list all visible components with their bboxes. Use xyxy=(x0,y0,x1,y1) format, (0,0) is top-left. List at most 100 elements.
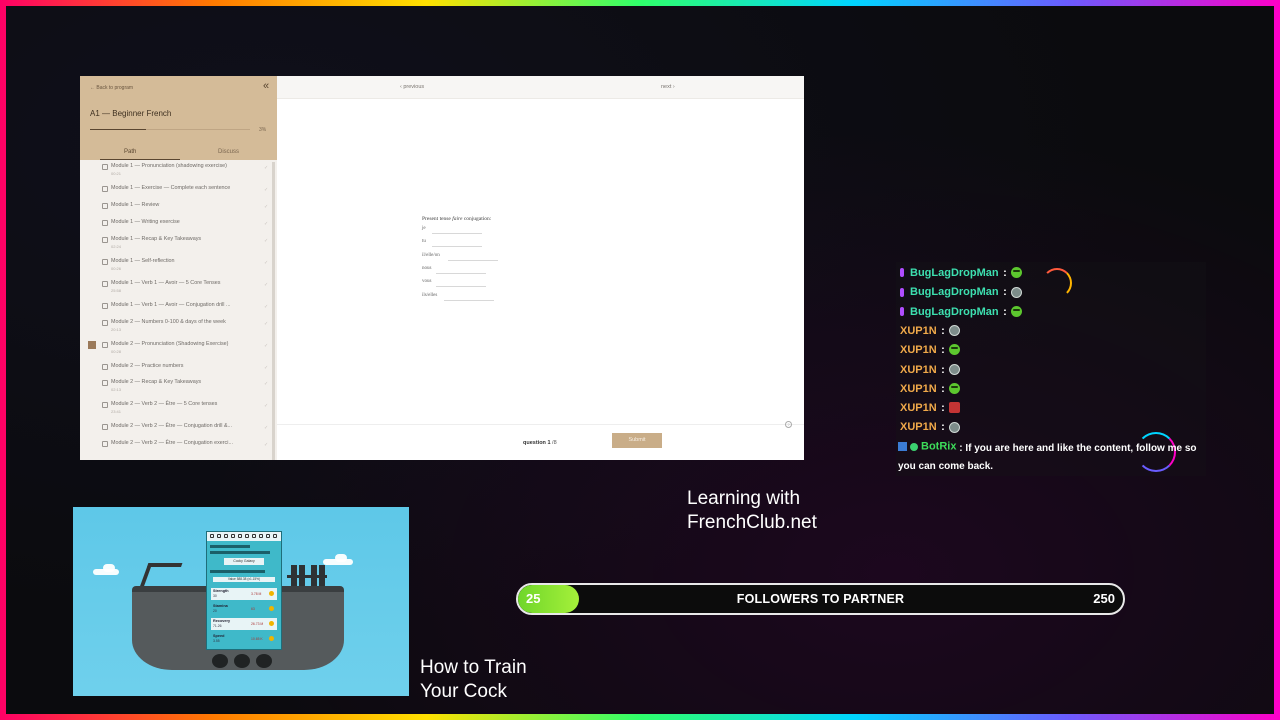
stat-level: 30 xyxy=(213,594,217,598)
sidebar-lesson-item[interactable]: Module 1 — Verb 1 — Avoir — Conjugation … xyxy=(80,301,277,318)
card-bar xyxy=(210,551,270,554)
answer-input[interactable] xyxy=(432,246,482,248)
sidebar-scrollbar[interactable] xyxy=(272,162,275,460)
ball-emote-icon xyxy=(1010,286,1022,298)
answer-input[interactable] xyxy=(432,233,482,234)
lesson-nav: ‹ previous next › xyxy=(277,76,804,99)
stat-cost: 63 xyxy=(251,607,255,611)
lesson-duration: 02:13 xyxy=(111,387,122,392)
tab-discuss[interactable]: Discuss xyxy=(218,149,239,155)
sidebar-lesson-item[interactable]: Module 2 — Verb 2 — Être — Conjugation d… xyxy=(80,422,277,439)
sidebar-lesson-item[interactable]: Module 1 — Writing exercise ✓ xyxy=(80,218,277,235)
answer-input[interactable] xyxy=(448,259,498,261)
dumbbell-shape xyxy=(287,565,327,587)
toolbar-icon[interactable] xyxy=(245,534,249,538)
lesson-title: Module 2 — Verb 2 — Être — Conjugation e… xyxy=(111,440,233,446)
sidebar-tabs: Path Discuss xyxy=(80,144,277,160)
checkmark-icon: ✓ xyxy=(264,204,269,210)
sidebar-lesson-item[interactable]: Module 1 — Verb 1 — Avoir — 5 Core Tense… xyxy=(80,279,277,296)
lesson-duration: 00:21 xyxy=(111,171,122,176)
help-icon[interactable]: ? xyxy=(785,421,792,428)
chat-overlay: BugLagDropMan : BugLagDropMan : BugLagDrop… xyxy=(896,262,1206,476)
answer-input[interactable] xyxy=(436,272,486,274)
lesson-type-icon xyxy=(102,203,108,209)
toolbar-icon[interactable] xyxy=(259,534,263,538)
chat-message: XUP1N : xyxy=(900,341,960,359)
sidebar-lesson-item[interactable]: Module 2 — Recap & Key Takeaways 02:13 ✓ xyxy=(80,378,277,395)
sidebar-lesson-item[interactable]: Module 2 — Practice numbers ✓ xyxy=(80,362,277,379)
chat-separator: : xyxy=(941,382,945,395)
submit-button[interactable]: Submit xyxy=(612,433,662,448)
card-toolbar xyxy=(207,532,281,541)
lesson-type-icon xyxy=(102,402,108,408)
checkmark-icon: ✓ xyxy=(264,221,269,227)
sidebar-lesson-item[interactable]: Module 1 — Review ✓ xyxy=(80,201,277,218)
collapse-icon[interactable]: « xyxy=(263,81,269,92)
sidebar-lesson-item[interactable]: Module 1 — Exercise — Complete each sent… xyxy=(80,184,277,201)
coin-icon xyxy=(269,606,274,611)
lesson-footer: question 1 /8 Submit xyxy=(277,424,804,460)
goal-target: 250 xyxy=(1093,591,1115,606)
chat-username[interactable]: XUP1N xyxy=(900,363,937,375)
lesson-title: Module 2 — Verb 2 — Être — Conjugation d… xyxy=(111,423,233,429)
goal-title: FOLLOWERS TO PARTNER xyxy=(736,592,905,606)
stat-row[interactable]: Stamina 20 63 xyxy=(211,603,277,615)
question-counter: question 1 /8 xyxy=(523,440,557,446)
chat-username[interactable]: BugLagDropMan xyxy=(910,305,999,317)
toolbar-icon[interactable] xyxy=(266,534,270,538)
next-link[interactable]: next › xyxy=(661,84,675,90)
pronoun-label: ils/elles xyxy=(422,292,438,298)
lesson-content: ‹ previous next › Present tense faire co… xyxy=(277,76,804,460)
tab-path[interactable]: Path xyxy=(124,149,136,155)
chat-username[interactable]: XUP1N xyxy=(900,402,937,414)
sidebar-lesson-item[interactable]: Module 2 — Verb 2 — Être — Conjugation e… xyxy=(80,439,277,456)
chat-separator: : xyxy=(1003,305,1007,318)
chat-username[interactable]: XUP1N xyxy=(900,325,937,337)
chat-username[interactable]: XUP1N xyxy=(900,383,937,395)
stat-row[interactable]: Speed 3.55 10.65 K xyxy=(211,633,277,645)
chat-username[interactable]: BugLagDropMan xyxy=(910,267,999,279)
lesson-title: Module 1 — Review xyxy=(111,202,160,208)
sidebar-lesson-item[interactable]: Module 1 — Pronunciation (shadowing exer… xyxy=(80,162,277,179)
lesson-thumbnail xyxy=(88,341,96,349)
sidebar-lesson-item[interactable]: Module 1 — Recap & Key Takeaways 02:24 ✓ xyxy=(80,235,277,252)
lesson-title: Module 2 — Practice numbers xyxy=(111,363,184,369)
chat-separator: : xyxy=(1003,286,1007,299)
game-caption-line2: Your Cock xyxy=(420,681,507,702)
chat-separator: : xyxy=(1003,266,1007,279)
checkmark-icon: ✓ xyxy=(264,442,269,448)
toolbar-icon[interactable] xyxy=(238,534,242,538)
pronoun-label: il/elle/on xyxy=(422,252,440,258)
toolbar-icon[interactable] xyxy=(210,534,214,538)
chat-separator: : xyxy=(941,401,945,414)
toolbar-icon[interactable] xyxy=(273,534,277,538)
stat-cost: 3.78 M xyxy=(251,592,262,596)
lesson-duration: 23:41 xyxy=(111,409,122,414)
sidebar-header: ← Back to program « A1 — Beginner French… xyxy=(80,76,277,160)
stat-level: 3.55 xyxy=(213,639,220,643)
chat-username[interactable]: XUP1N xyxy=(900,344,937,356)
sidebar-lesson-item[interactable]: Module 2 — Numbers 0-100 & days of the w… xyxy=(80,318,277,335)
sidebar-lesson-item[interactable]: Module 2 — Verb 2 — Être — 5 Core tenses… xyxy=(80,400,277,417)
chat-username[interactable]: BugLagDropMan xyxy=(910,286,999,298)
character-value: Value 588.38 (x1.15%) xyxy=(213,577,275,582)
ball-emote-icon xyxy=(948,363,960,375)
toolbar-icon[interactable] xyxy=(252,534,256,538)
stat-name: Strength xyxy=(213,589,229,593)
lesson-title: Module 1 — Exercise — Complete each sent… xyxy=(111,185,231,191)
sidebar-lesson-item[interactable]: Module 1 — Self-reflection 00:26 ✓ xyxy=(80,257,277,274)
stat-row[interactable]: Recovery 71.26 26.73 M xyxy=(211,618,277,630)
bot-username[interactable]: BotRix xyxy=(921,440,956,452)
toolbar-icon[interactable] xyxy=(217,534,221,538)
sidebar-lesson-item[interactable]: Module 2 — Pronunciation (Shadowing Exer… xyxy=(80,340,277,357)
answer-input[interactable] xyxy=(444,299,494,301)
stat-row[interactable]: Strength 30 3.78 M xyxy=(211,588,277,600)
toolbar-icon[interactable] xyxy=(224,534,228,538)
browser-capture: ← Back to program « A1 — Beginner French… xyxy=(80,76,804,460)
chat-separator: : xyxy=(941,363,945,376)
toolbar-icon[interactable] xyxy=(231,534,235,538)
chat-username[interactable]: XUP1N xyxy=(900,421,937,433)
back-to-program-link[interactable]: ← Back to program xyxy=(90,85,133,91)
previous-link[interactable]: ‹ previous xyxy=(400,84,424,90)
answer-input[interactable] xyxy=(436,286,486,288)
